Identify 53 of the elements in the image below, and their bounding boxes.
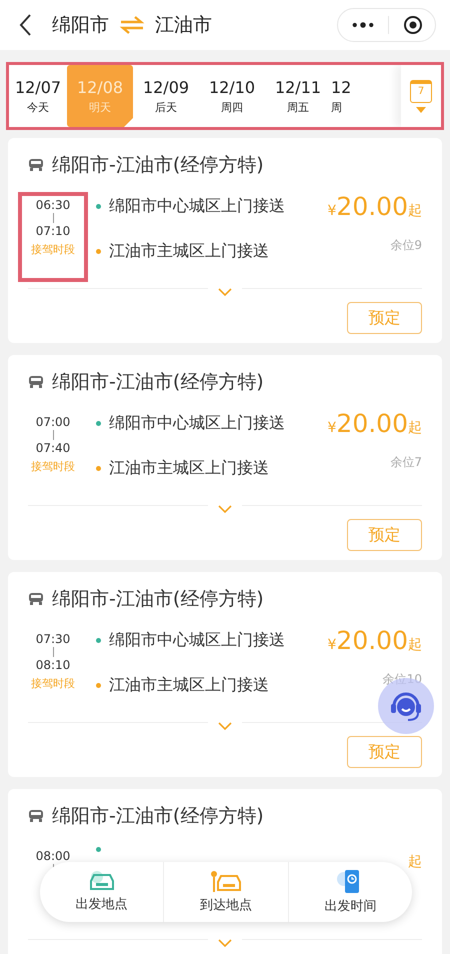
destination-stop: 江油市主城区上门接送 bbox=[109, 675, 269, 696]
time-label: 接驾时段 bbox=[31, 676, 75, 691]
destination-dot bbox=[96, 683, 101, 688]
route-title: 绵阳市-江油市(经停方特) bbox=[52, 804, 264, 829]
destination-stop: 江油市主城区上门接送 bbox=[109, 241, 269, 262]
date-tab[interactable]: 12/07 今天 bbox=[9, 65, 67, 127]
car-pin-icon[interactable] bbox=[210, 870, 242, 894]
back-icon[interactable] bbox=[18, 13, 32, 37]
filter-label[interactable]: 出发时间 bbox=[324, 897, 376, 915]
destination-stop: 江油市主城区上门接送 bbox=[109, 458, 269, 479]
price: ¥20.00起 bbox=[328, 192, 422, 221]
filter-label[interactable]: 到达地点 bbox=[200, 896, 252, 914]
destination-city: 江油市 bbox=[155, 13, 212, 38]
price-suffix: 起 bbox=[408, 853, 422, 871]
start-time: 08:00 bbox=[36, 849, 70, 863]
price: ¥20.00起 bbox=[328, 409, 422, 438]
end-time: 07:40 bbox=[36, 441, 70, 455]
date-tab[interactable]: 12 周 bbox=[331, 65, 355, 127]
origin-city: 绵阳市 bbox=[52, 13, 109, 38]
date-tab[interactable]: 12/11 周五 bbox=[265, 65, 331, 127]
origin-stop: 绵阳市中心城区上门接送 bbox=[109, 196, 285, 217]
seats-left: 余位7 bbox=[390, 454, 422, 471]
seats-left: 余位9 bbox=[390, 237, 422, 254]
origin-dot bbox=[96, 638, 101, 643]
swap-icon[interactable] bbox=[119, 15, 145, 35]
route-title: 绵阳市-江油市(经停方特) bbox=[52, 587, 264, 612]
date-tab[interactable]: 12/10 周四 bbox=[199, 65, 265, 127]
bus-icon bbox=[28, 592, 44, 606]
destination-dot bbox=[96, 249, 101, 254]
origin-dot bbox=[96, 421, 101, 426]
more-icon[interactable] bbox=[352, 21, 374, 29]
origin-dot bbox=[96, 204, 101, 209]
origin-stop: 绵阳市中心城区上门接送 bbox=[109, 630, 285, 651]
seats-left: 余位10 bbox=[382, 671, 422, 688]
start-time: 07:30 bbox=[36, 632, 70, 646]
origin-stop: 绵阳市中心城区上门接送 bbox=[109, 413, 285, 434]
date-tab[interactable]: 12/09 后天 bbox=[133, 65, 199, 127]
close-icon[interactable] bbox=[403, 15, 423, 35]
time-label: 接驾时段 bbox=[31, 242, 75, 257]
end-time: 08:10 bbox=[36, 658, 70, 672]
route-title: 绵阳市-江油市(经停方特) bbox=[52, 153, 264, 178]
bus-icon bbox=[28, 809, 44, 823]
origin-dot bbox=[96, 847, 101, 852]
bus-icon bbox=[28, 158, 44, 172]
start-time: 06:30 bbox=[36, 198, 70, 212]
bus-icon bbox=[28, 375, 44, 389]
destination-dot bbox=[96, 466, 101, 471]
time-label: 接驾时段 bbox=[31, 459, 75, 474]
route-title: 绵阳市-江油市(经停方特) bbox=[52, 370, 264, 395]
end-time: 07:10 bbox=[36, 224, 70, 238]
price: ¥20.00起 bbox=[328, 626, 422, 655]
filter-label[interactable]: 出发地点 bbox=[76, 895, 128, 913]
start-time: 07:00 bbox=[36, 415, 70, 429]
